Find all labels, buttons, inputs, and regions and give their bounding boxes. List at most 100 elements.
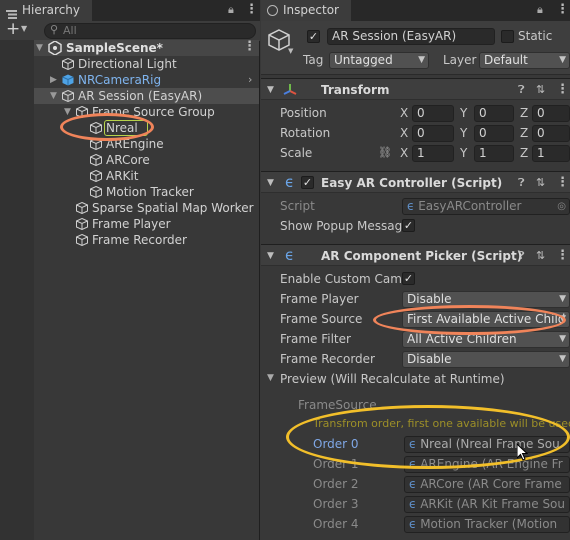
enable-custom-camera-checkbox[interactable]: ✓ xyxy=(402,272,415,285)
frame-recorder-dropdown[interactable]: Disable ▼ xyxy=(402,351,570,368)
transform-title: Transform xyxy=(321,83,390,97)
ar-component-picker-title: AR Component Picker (Script) xyxy=(321,249,523,263)
layer-dropdown[interactable]: Default ▼ xyxy=(479,52,570,69)
tree-item-label: AREngine xyxy=(106,137,164,151)
frame-source-dropdown[interactable]: First Available Active Child ▼ xyxy=(402,311,570,328)
scale-y-field[interactable]: 1 xyxy=(474,145,514,162)
frame-filter-label: Frame Filter xyxy=(280,332,351,346)
expand-arrow-icon[interactable]: ▼ xyxy=(267,79,274,101)
scene-row[interactable]: ▼ SampleScene* ⋮ xyxy=(0,39,259,56)
lock-icon[interactable]: 🔒︎ xyxy=(537,3,543,17)
position-y-field[interactable]: 0 xyxy=(474,105,514,122)
rotation-y-field[interactable]: 0 xyxy=(474,125,514,142)
component-menu-icon[interactable]: ⋮ xyxy=(556,245,569,267)
link-icon[interactable]: ⛓︎ xyxy=(378,146,392,159)
help-icon[interactable]: ❓︎ xyxy=(518,172,525,194)
frame-filter-dropdown[interactable]: All Active Children ▼ xyxy=(402,331,570,348)
gameobject-icon xyxy=(90,121,102,135)
kebab-menu-icon[interactable]: ⋮ xyxy=(245,2,258,17)
popup-message-checkbox[interactable]: ✓ xyxy=(402,219,415,232)
ar-component-picker-header[interactable]: ▼ ϵ AR Component Picker (Script) ❓︎ ⇅ ⋮ xyxy=(261,244,570,266)
help-icon[interactable]: ❓︎ xyxy=(518,79,525,101)
add-icon[interactable]: + xyxy=(6,19,20,39)
hierarchy-toolbar: + ▼ ⚲ All xyxy=(0,19,260,41)
expand-arrow-icon[interactable]: ▼ xyxy=(36,40,43,56)
frame-filter-value: All Active Children xyxy=(407,332,517,346)
transform-header[interactable]: ▼ Transform ❓︎ ⇅ ⋮ xyxy=(261,78,570,100)
component-menu-icon[interactable]: ⋮ xyxy=(556,172,569,194)
order-0-label: Order 0 xyxy=(313,437,359,451)
scale-y-value: 1 xyxy=(479,146,487,160)
tag-dropdown[interactable]: Untagged ▼ xyxy=(329,52,429,69)
order-2-field: ϵ ARCore (AR Core Frame xyxy=(404,476,570,493)
active-checkbox[interactable]: ✓ xyxy=(307,30,320,43)
rotation-z-field[interactable]: 0 xyxy=(532,125,570,142)
tag-value: Untagged xyxy=(334,53,393,67)
tree-item-arcore[interactable]: ARCore xyxy=(0,152,259,168)
chevron-down-icon[interactable]: ▼ xyxy=(21,24,27,33)
order-3-label: Order 3 xyxy=(313,497,359,511)
collapse-arrow-icon[interactable]: ▶ xyxy=(50,72,57,88)
gameobject-large-icon[interactable] xyxy=(268,29,290,54)
inspector-tab-bar: Inspector 🔒︎ ⋮ xyxy=(261,0,570,21)
scale-z-field[interactable]: 1 xyxy=(532,145,570,162)
order-4-field: ϵ Motion Tracker (Motion xyxy=(404,516,570,533)
chevron-down-icon: ▼ xyxy=(559,55,566,65)
object-name-field[interactable]: AR Session (EasyAR) xyxy=(327,28,495,45)
scale-label: Scale xyxy=(280,146,313,160)
rotation-x-field[interactable]: 0 xyxy=(412,125,454,142)
tree-item-frame-player[interactable]: Frame Player xyxy=(0,216,259,232)
order-0-field: ϵ Nreal (Nreal Frame Sou xyxy=(404,436,570,453)
preset-icon[interactable]: ⇅ xyxy=(536,172,545,194)
expand-arrow-icon[interactable]: ▼ xyxy=(50,88,57,104)
search-placeholder: All xyxy=(63,24,77,37)
preview-foldout[interactable]: ▼ Preview (Will Recalculate at Runtime) xyxy=(266,372,570,390)
tab-inspector[interactable]: Inspector xyxy=(261,0,351,21)
expand-arrow-icon[interactable]: ▼ xyxy=(267,245,274,267)
easyar-controller-header[interactable]: ▼ ϵ ✓ Easy AR Controller (Script) ❓︎ ⇅ ⋮ xyxy=(261,171,570,193)
tree-item-frame-source-group[interactable]: ▼ Frame Source Group xyxy=(0,104,259,120)
frame-recorder-label: Frame Recorder xyxy=(280,352,375,366)
tab-hierarchy[interactable]: Hierarchy xyxy=(0,0,92,21)
preview-label: Preview (Will Recalculate at Runtime) xyxy=(280,372,505,386)
lock-icon[interactable]: 🔒︎ xyxy=(228,3,234,17)
preset-icon[interactable]: ⇅ xyxy=(536,79,545,101)
static-checkbox[interactable] xyxy=(501,30,514,43)
tree-item-label: Frame Source Group xyxy=(92,105,215,119)
frame-source-value: First Available Active Child xyxy=(407,312,566,326)
kebab-menu-icon[interactable]: ⋮ xyxy=(556,2,569,17)
tree-item-nrcamerarig[interactable]: ▶ NRCameraRig › xyxy=(0,72,259,88)
tree-item-sparse-spatial-map-worker[interactable]: Sparse Spatial Map Worker xyxy=(0,200,259,216)
tree-item-ar-session[interactable]: ▼ AR Session (EasyAR) xyxy=(0,88,259,104)
gameobject-icon xyxy=(90,153,102,167)
tree-item-arkit[interactable]: ARKit xyxy=(0,168,259,184)
axis-x-label: X xyxy=(400,146,409,160)
expand-arrow-icon[interactable]: ▼ xyxy=(64,104,71,120)
scale-x-field[interactable]: 1 xyxy=(412,145,454,162)
hierarchy-gutter xyxy=(0,40,34,540)
tree-item-directional-light[interactable]: Directional Light xyxy=(0,56,259,72)
chevron-down-icon: ▼ xyxy=(559,334,566,344)
preset-icon[interactable]: ⇅ xyxy=(536,245,545,267)
frame-player-dropdown[interactable]: Disable ▼ xyxy=(402,291,570,308)
expand-arrow-icon[interactable]: ▼ xyxy=(267,172,274,194)
tree-item-label: Frame Recorder xyxy=(92,233,187,247)
scene-menu-icon[interactable]: ⋮ xyxy=(243,39,256,55)
order-3-field: ϵ ARKit (AR Kit Frame Sou xyxy=(404,496,570,513)
tree-item-frame-recorder[interactable]: Frame Recorder xyxy=(0,232,259,248)
search-input[interactable]: ⚲ All xyxy=(44,23,256,39)
tree-item-arengine[interactable]: AREngine xyxy=(0,136,259,152)
tree-item-label: NRCameraRig xyxy=(78,73,162,87)
object-header: ▼ ✓ AR Session (EasyAR) Static Tag Untag… xyxy=(261,21,570,75)
position-z-field[interactable]: 0 xyxy=(532,105,570,122)
chevron-down-icon[interactable]: ▼ xyxy=(288,47,293,55)
position-x-field[interactable]: 0 xyxy=(412,105,454,122)
component-enabled-checkbox[interactable]: ✓ xyxy=(301,176,314,189)
frame-source-label: Frame Source xyxy=(280,312,363,326)
script-icon: ϵ xyxy=(409,497,421,511)
chevron-right-icon[interactable]: › xyxy=(248,72,252,88)
tree-item-motion-tracker[interactable]: Motion Tracker xyxy=(0,184,259,200)
help-icon[interactable]: ❓︎ xyxy=(518,245,525,267)
tree-item-nreal[interactable]: Nreal xyxy=(0,120,259,136)
component-menu-icon[interactable]: ⋮ xyxy=(556,79,569,101)
